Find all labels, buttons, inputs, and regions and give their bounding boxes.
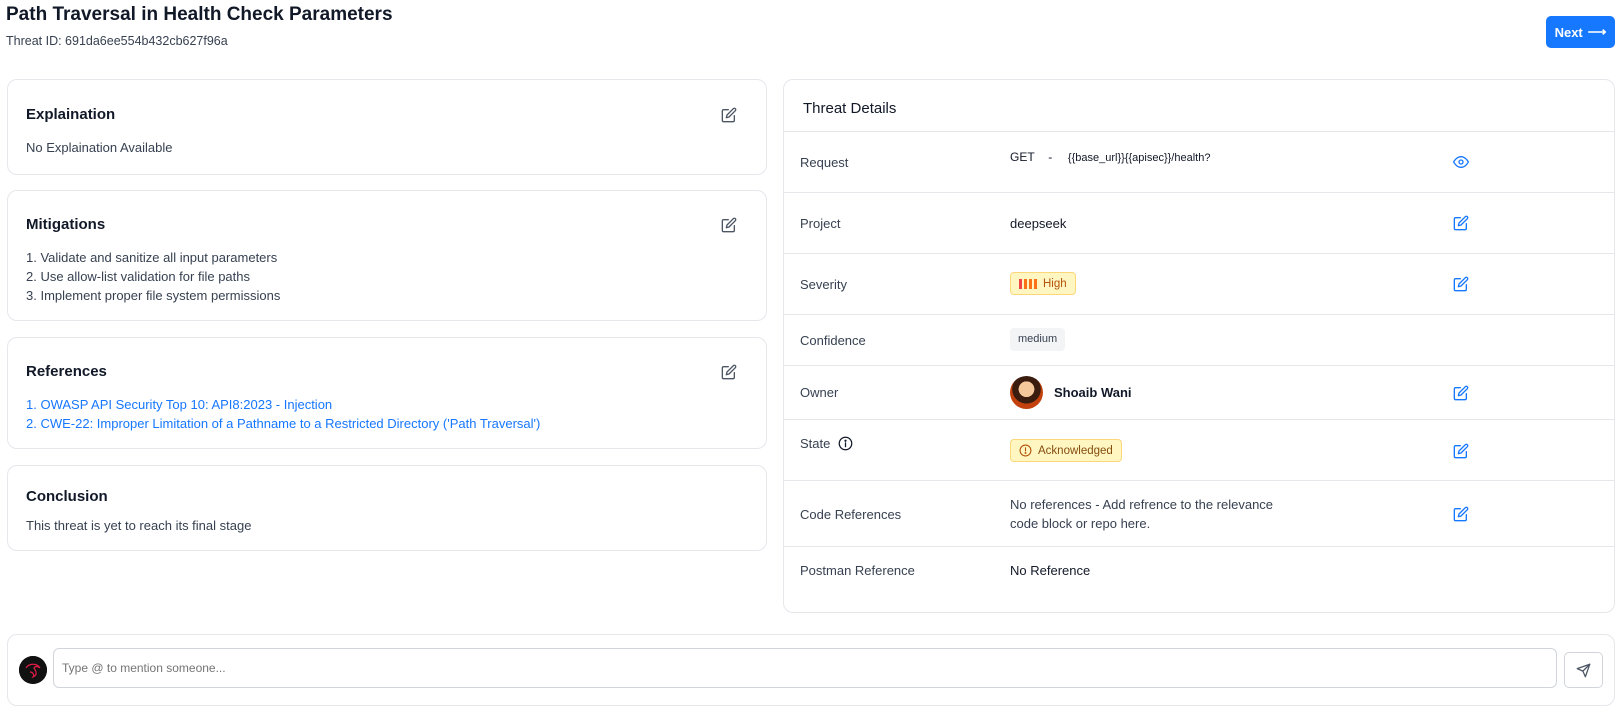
severity-badge: High xyxy=(1010,272,1076,295)
confidence-row: Confidence medium xyxy=(784,314,1614,365)
references-title: References xyxy=(26,363,107,380)
send-icon xyxy=(1576,663,1591,677)
list-item: 2. Use allow-list validation for file pa… xyxy=(26,269,250,284)
state-row: State Acknowledged xyxy=(784,419,1614,480)
next-button-label: Next xyxy=(1554,24,1583,40)
info-circle-icon xyxy=(1019,444,1032,457)
project-label: Project xyxy=(800,216,841,231)
request-label: Request xyxy=(800,155,849,170)
references-card: References 1. OWASP API Security Top 10:… xyxy=(7,337,767,449)
postman-reference-value: No Reference xyxy=(1010,563,1091,578)
state-value: Acknowledged xyxy=(1038,444,1113,457)
owner-name: Shoaib Wani xyxy=(1054,385,1132,400)
mitigations-title: Mitigations xyxy=(26,216,106,233)
postman-reference-row: Postman Reference No Reference xyxy=(784,546,1614,612)
severity-bars-icon xyxy=(1019,278,1037,289)
reference-link[interactable]: 1. OWASP API Security Top 10: API8:2023 … xyxy=(26,395,540,414)
request-row: Request GET - {{base_url}}{{apisec}}/hea… xyxy=(784,131,1614,192)
state-label-group: State xyxy=(800,436,853,451)
edit-icon[interactable] xyxy=(1453,506,1469,522)
user-avatar-icon xyxy=(19,656,47,684)
page-title: Path Traversal in Health Check Parameter… xyxy=(6,4,393,25)
confidence-badge: medium xyxy=(1010,328,1066,351)
info-icon[interactable] xyxy=(838,436,853,451)
edit-icon[interactable] xyxy=(1453,276,1469,292)
edit-icon[interactable] xyxy=(1453,443,1469,459)
arrow-right-icon: ⟶ xyxy=(1587,24,1607,39)
threat-details-title: Threat Details xyxy=(803,100,897,117)
comment-input[interactable] xyxy=(53,648,1557,688)
explanation-text: No Explaination Available xyxy=(26,140,173,155)
severity-label: Severity xyxy=(800,277,847,292)
edit-icon[interactable] xyxy=(721,217,737,233)
owner-label: Owner xyxy=(800,385,839,400)
code-references-row: Code References No references - Add refr… xyxy=(784,480,1614,546)
mitigations-card: Mitigations 1. Validate and sanitize all… xyxy=(7,190,767,321)
postman-reference-label: Postman Reference xyxy=(800,563,915,578)
explanation-title: Explaination xyxy=(26,106,116,123)
edit-icon[interactable] xyxy=(1453,385,1469,401)
threat-details-panel: Threat Details Request GET - {{base_url}… xyxy=(783,79,1615,613)
conclusion-text: This threat is yet to reach its final st… xyxy=(26,518,252,533)
request-separator: - xyxy=(1048,150,1053,164)
conclusion-card: Conclusion This threat is yet to reach i… xyxy=(7,465,767,551)
edit-icon[interactable] xyxy=(721,107,737,123)
project-row: Project deepseek xyxy=(784,192,1614,253)
comment-box xyxy=(7,634,1615,706)
list-item: 3. Implement proper file system permissi… xyxy=(26,288,281,303)
reference-link[interactable]: 2. CWE-22: Improper Limitation of a Path… xyxy=(26,414,540,433)
state-badge: Acknowledged xyxy=(1010,439,1122,462)
edit-icon[interactable] xyxy=(721,364,737,380)
avatar xyxy=(1010,376,1043,409)
request-url: {{base_url}}{{apisec}}/health? xyxy=(1067,152,1211,164)
state-label: State xyxy=(800,436,831,451)
next-button[interactable]: Next ⟶ xyxy=(1546,16,1615,48)
request-value: GET - {{base_url}}{{apisec}}/health? xyxy=(1010,149,1210,164)
project-value: deepseek xyxy=(1010,216,1067,231)
eye-icon[interactable] xyxy=(1453,154,1469,170)
send-button[interactable] xyxy=(1564,652,1603,688)
severity-value: High xyxy=(1043,277,1067,290)
avatar xyxy=(19,656,47,684)
list-item: 1. Validate and sanitize all input param… xyxy=(26,250,278,265)
owner-row: Owner Shoaib Wani xyxy=(784,365,1614,419)
threat-id: Threat ID: 691da6ee554b432cb627f96a xyxy=(6,34,228,48)
code-references-label: Code References xyxy=(800,507,902,522)
edit-icon[interactable] xyxy=(1453,215,1469,231)
explanation-card: Explaination No Explaination Available xyxy=(7,79,767,175)
mitigations-list: 1. Validate and sanitize all input param… xyxy=(26,248,280,305)
confidence-label: Confidence xyxy=(800,333,866,348)
conclusion-title: Conclusion xyxy=(26,488,108,505)
references-list: 1. OWASP API Security Top 10: API8:2023 … xyxy=(26,395,540,433)
request-method: GET xyxy=(1010,150,1035,164)
severity-row: Severity High xyxy=(784,253,1614,314)
code-references-value: No references - Add refrence to the rele… xyxy=(1010,497,1274,531)
